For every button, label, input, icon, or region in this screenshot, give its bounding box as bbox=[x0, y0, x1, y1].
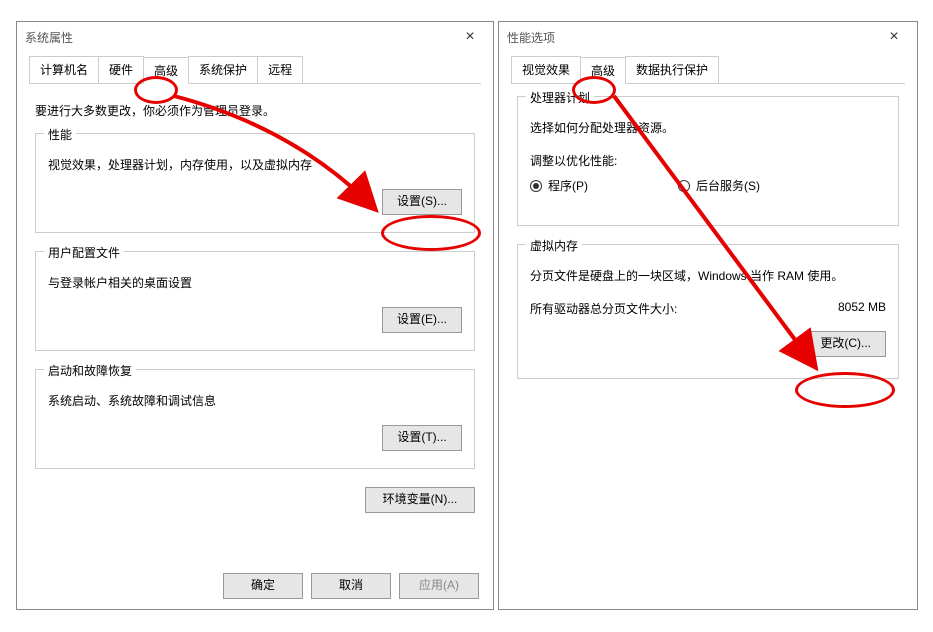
startup-desc: 系统启动、系统故障和调试信息 bbox=[48, 392, 462, 409]
titlebar: 性能选项 × bbox=[499, 22, 917, 52]
adjust-label: 调整以优化性能: bbox=[530, 152, 886, 169]
system-properties-window: 系统属性 × 计算机名 硬件 高级 系统保护 远程 要进行大多数更改，你必须作为… bbox=[16, 21, 494, 610]
titlebar: 系统属性 × bbox=[17, 22, 493, 52]
footer-buttons: 确定 取消 应用(A) bbox=[223, 573, 479, 599]
vm-total-value: 8052 MB bbox=[838, 300, 886, 317]
env-vars-button[interactable]: 环境变量(N)... bbox=[365, 487, 475, 513]
performance-group: 性能 视觉效果，处理器计划，内存使用，以及虚拟内存 设置(S)... bbox=[35, 133, 475, 233]
radio-dot-icon bbox=[530, 180, 542, 192]
processor-legend: 处理器计划 bbox=[526, 89, 594, 106]
radio-programs[interactable]: 程序(P) bbox=[530, 177, 588, 194]
processor-desc: 选择如何分配处理器资源。 bbox=[530, 119, 886, 136]
close-icon[interactable]: × bbox=[455, 28, 485, 46]
userprofile-desc: 与登录帐户相关的桌面设置 bbox=[48, 274, 462, 291]
admin-note: 要进行大多数更改，你必须作为管理员登录。 bbox=[35, 102, 475, 119]
tabs: 计算机名 硬件 高级 系统保护 远程 bbox=[29, 56, 481, 84]
tabs: 视觉效果 高级 数据执行保护 bbox=[511, 56, 905, 84]
userprofile-group: 用户配置文件 与登录帐户相关的桌面设置 设置(E)... bbox=[35, 251, 475, 351]
tab-advanced[interactable]: 高级 bbox=[580, 57, 626, 84]
tab-system-protection[interactable]: 系统保护 bbox=[188, 56, 258, 83]
tab-hardware[interactable]: 硬件 bbox=[98, 56, 144, 83]
vm-legend: 虚拟内存 bbox=[526, 237, 582, 254]
tab-dep[interactable]: 数据执行保护 bbox=[625, 56, 719, 83]
performance-desc: 视觉效果，处理器计划，内存使用，以及虚拟内存 bbox=[48, 156, 462, 173]
virtual-memory-group: 虚拟内存 分页文件是硬盘上的一块区域，Windows 当作 RAM 使用。 所有… bbox=[517, 244, 899, 379]
tab-advanced[interactable]: 高级 bbox=[143, 57, 189, 84]
performance-legend: 性能 bbox=[44, 126, 76, 143]
close-icon[interactable]: × bbox=[879, 28, 909, 46]
window-title: 性能选项 bbox=[507, 29, 555, 46]
tab-remote[interactable]: 远程 bbox=[257, 56, 303, 83]
vm-desc: 分页文件是硬盘上的一块区域，Windows 当作 RAM 使用。 bbox=[530, 267, 886, 284]
performance-settings-button[interactable]: 设置(S)... bbox=[382, 189, 462, 215]
vm-total-label: 所有驱动器总分页文件大小: bbox=[530, 300, 677, 317]
performance-options-window: 性能选项 × 视觉效果 高级 数据执行保护 处理器计划 选择如何分配处理器资源。… bbox=[498, 21, 918, 610]
window-title: 系统属性 bbox=[25, 29, 73, 46]
startup-settings-button[interactable]: 设置(T)... bbox=[382, 425, 462, 451]
cancel-button[interactable]: 取消 bbox=[311, 573, 391, 599]
processor-group: 处理器计划 选择如何分配处理器资源。 调整以优化性能: 程序(P) 后台服务(S… bbox=[517, 96, 899, 226]
apply-button[interactable]: 应用(A) bbox=[399, 573, 479, 599]
userprofile-legend: 用户配置文件 bbox=[44, 244, 124, 261]
userprofile-settings-button[interactable]: 设置(E)... bbox=[382, 307, 462, 333]
tab-body: 要进行大多数更改，你必须作为管理员登录。 性能 视觉效果，处理器计划，内存使用，… bbox=[17, 84, 493, 525]
ok-button[interactable]: 确定 bbox=[223, 573, 303, 599]
tab-visual-effects[interactable]: 视觉效果 bbox=[511, 56, 581, 83]
radio-background[interactable]: 后台服务(S) bbox=[678, 177, 760, 194]
startup-group: 启动和故障恢复 系统启动、系统故障和调试信息 设置(T)... bbox=[35, 369, 475, 469]
radio-dot-icon bbox=[678, 180, 690, 192]
tab-body: 处理器计划 选择如何分配处理器资源。 调整以优化性能: 程序(P) 后台服务(S… bbox=[499, 84, 917, 409]
tab-computer-name[interactable]: 计算机名 bbox=[29, 56, 99, 83]
startup-legend: 启动和故障恢复 bbox=[44, 362, 136, 379]
vm-change-button[interactable]: 更改(C)... bbox=[805, 331, 886, 357]
